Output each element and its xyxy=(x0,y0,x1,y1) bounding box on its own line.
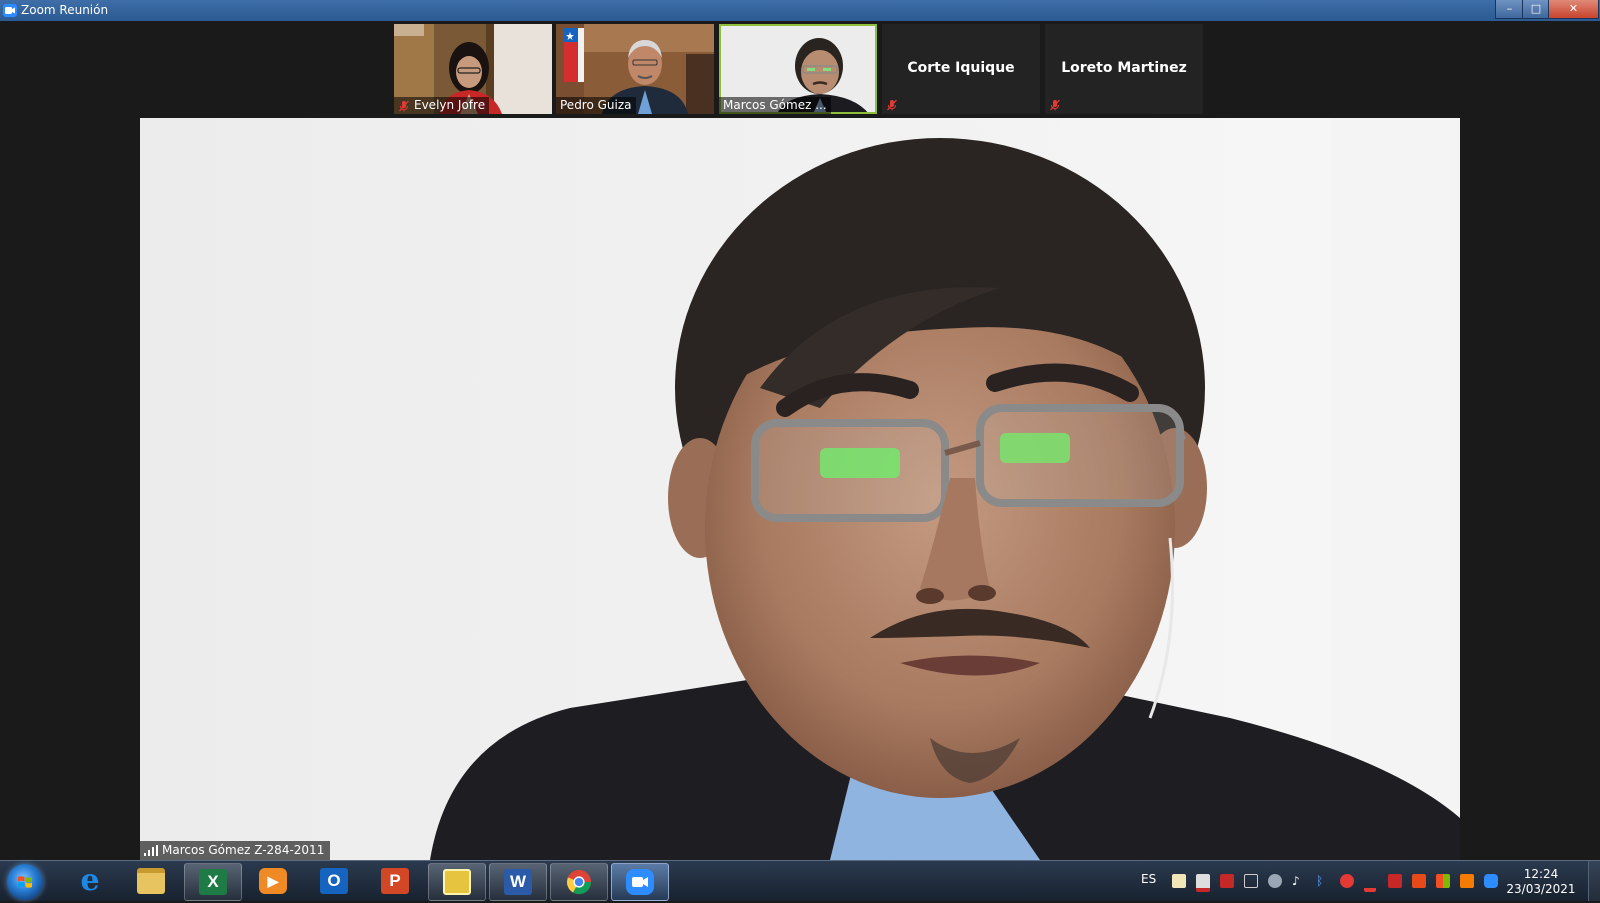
start-button[interactable] xyxy=(7,864,43,900)
tray-office-icon[interactable] xyxy=(1436,874,1450,888)
zoom-app-icon xyxy=(3,4,17,17)
tray-security-icon[interactable] xyxy=(1220,874,1234,888)
notes-icon xyxy=(443,869,471,895)
tray-update-icon[interactable] xyxy=(1364,874,1376,892)
participant-name: Marcos Gómez ... xyxy=(723,98,827,112)
folder-icon xyxy=(137,868,165,894)
taskbar-outlook[interactable]: O xyxy=(306,863,362,899)
window-title: Zoom Reunión xyxy=(21,3,109,17)
mic-muted-icon xyxy=(1050,99,1060,111)
speaker-video-image xyxy=(140,118,1460,860)
participant-tile-corte-iquique[interactable]: Corte Iquique xyxy=(882,24,1040,114)
participant-name: Corte Iquique xyxy=(907,60,1015,76)
tray-network-icon[interactable] xyxy=(1244,874,1258,888)
mic-muted-icon xyxy=(399,100,409,112)
taskbar-media-player[interactable]: ▶ xyxy=(245,863,301,899)
excel-icon: X xyxy=(199,869,227,895)
bluetooth-icon[interactable]: ᛒ xyxy=(1316,874,1330,888)
taskbar-file-explorer[interactable] xyxy=(123,863,179,899)
taskbar-excel[interactable]: X xyxy=(184,863,242,901)
window-titlebar: Zoom Reunión – □ ✕ xyxy=(0,0,1600,21)
tray-clipboard-icon[interactable] xyxy=(1172,874,1186,888)
taskbar-word[interactable]: W xyxy=(489,863,547,901)
powerpoint-icon: P xyxy=(381,868,409,894)
tray-disk-icon[interactable] xyxy=(1268,874,1282,888)
participant-name-label: Evelyn Jofre xyxy=(394,97,490,114)
system-clock[interactable]: 12:24 23/03/2021 xyxy=(1496,867,1586,897)
clock-time: 12:24 xyxy=(1523,867,1559,881)
taskbar-chrome[interactable] xyxy=(550,863,608,901)
active-speaker-label: Marcos Gómez Z-284-2011 xyxy=(140,841,331,860)
participant-name: Loreto Martinez xyxy=(1061,60,1187,76)
chrome-icon xyxy=(566,869,592,895)
volume-icon[interactable]: ♪ xyxy=(1292,874,1306,888)
active-speaker-video[interactable]: Marcos Gómez Z-284-2011 xyxy=(140,118,1460,860)
participant-name: Pedro Guiza xyxy=(560,98,632,112)
minimize-button[interactable]: – xyxy=(1495,0,1524,19)
input-language-indicator[interactable]: ES xyxy=(1141,872,1156,886)
participant-tile-pedro-guiza[interactable]: Pedro Guiza xyxy=(556,24,714,114)
maximize-button[interactable]: □ xyxy=(1522,0,1550,19)
clock-date: 23/03/2021 xyxy=(1506,882,1576,896)
participant-name: Evelyn Jofre xyxy=(414,98,486,112)
active-speaker-name: Marcos Gómez Z-284-2011 xyxy=(162,843,325,857)
windows-taskbar: e X ▶ O P W ES ♪ ᛒ 12:24 23/03/2021 xyxy=(0,860,1600,901)
tray-antivirus-icon[interactable] xyxy=(1340,874,1354,888)
mic-muted-icon xyxy=(887,99,897,111)
taskbar-notes-app[interactable] xyxy=(428,863,486,901)
taskbar-zoom[interactable] xyxy=(611,863,669,901)
participant-tile-evelyn-jofre[interactable]: Evelyn Jofre xyxy=(394,24,552,114)
participant-tile-marcos-gomez[interactable]: Marcos Gómez ... xyxy=(719,24,877,114)
participant-name-label: Marcos Gómez ... xyxy=(719,97,831,114)
taskbar-internet-explorer[interactable]: e xyxy=(62,863,118,899)
tray-app-icon[interactable] xyxy=(1412,874,1426,888)
word-icon: W xyxy=(504,869,532,895)
tray-sync-icon[interactable] xyxy=(1460,874,1474,888)
taskbar-powerpoint[interactable]: P xyxy=(367,863,423,899)
zoom-icon xyxy=(626,869,654,895)
participant-tile-loreto-martinez[interactable]: Loreto Martinez xyxy=(1045,24,1203,114)
connection-signal-icon xyxy=(144,845,158,856)
media-player-icon: ▶ xyxy=(259,868,287,894)
internet-explorer-icon: e xyxy=(80,863,100,898)
close-button[interactable]: ✕ xyxy=(1548,0,1599,19)
participant-name-label: Pedro Guiza xyxy=(556,97,636,114)
show-desktop-button[interactable] xyxy=(1588,861,1600,901)
outlook-icon: O xyxy=(320,868,348,894)
tray-flag-icon[interactable] xyxy=(1196,874,1210,892)
participant-strip: Evelyn Jofre Pedro Guiza Marcos Gómez ..… xyxy=(0,22,1600,116)
tray-pdf-icon[interactable] xyxy=(1388,874,1402,888)
windows-logo-icon xyxy=(18,876,32,888)
